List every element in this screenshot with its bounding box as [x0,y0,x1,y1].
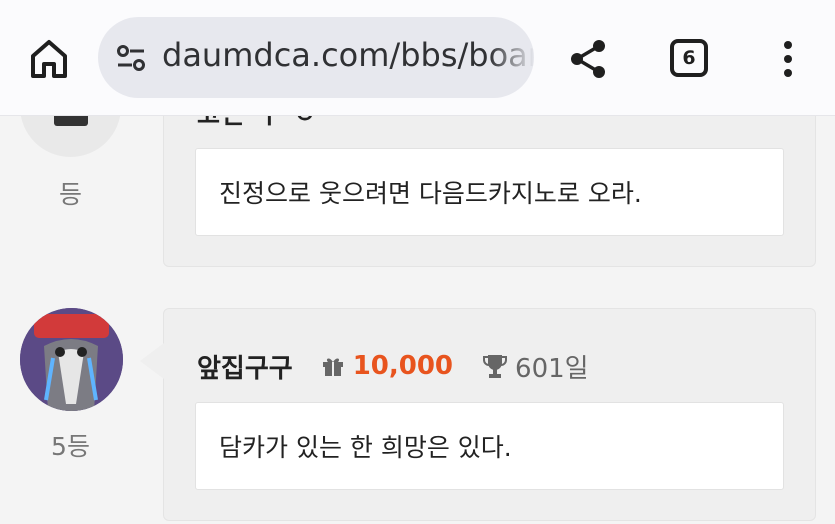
comment-author[interactable]: 앞집구구 [197,348,293,385]
days-value: 601일 [515,353,589,384]
browser-toolbar: daumdca.com/bbs/board 6 [0,0,835,116]
site-settings-icon[interactable] [114,41,148,75]
home-icon[interactable] [26,36,72,82]
tab-switcher-icon[interactable]: 6 [670,39,708,77]
address-bar[interactable]: daumdca.com/bbs/board [98,17,534,98]
more-menu-icon[interactable] [774,38,802,80]
comment-text: 담카가 있는 한 희망은 있다. [195,402,784,490]
gift-icon [322,358,343,376]
points-value: 10,000 [352,351,454,381]
trophy-icon [483,355,508,378]
comment-text: 진정으로 웃으려면 다음드카지노로 오라. [195,148,784,236]
comment-meta: 앞집구구 10,000 601일 [197,348,589,385]
comment-card: 앞집구구 10,000 601일 담카가 있는 한 희망은 있다. [140,308,816,521]
avatar-image [20,308,123,411]
url-text: daumdca.com/bbs/board [162,36,534,74]
rank-label: 등 [58,180,82,209]
avatar[interactable] [20,308,123,411]
rank-label: 5등 [51,432,90,461]
share-icon[interactable] [566,37,610,81]
